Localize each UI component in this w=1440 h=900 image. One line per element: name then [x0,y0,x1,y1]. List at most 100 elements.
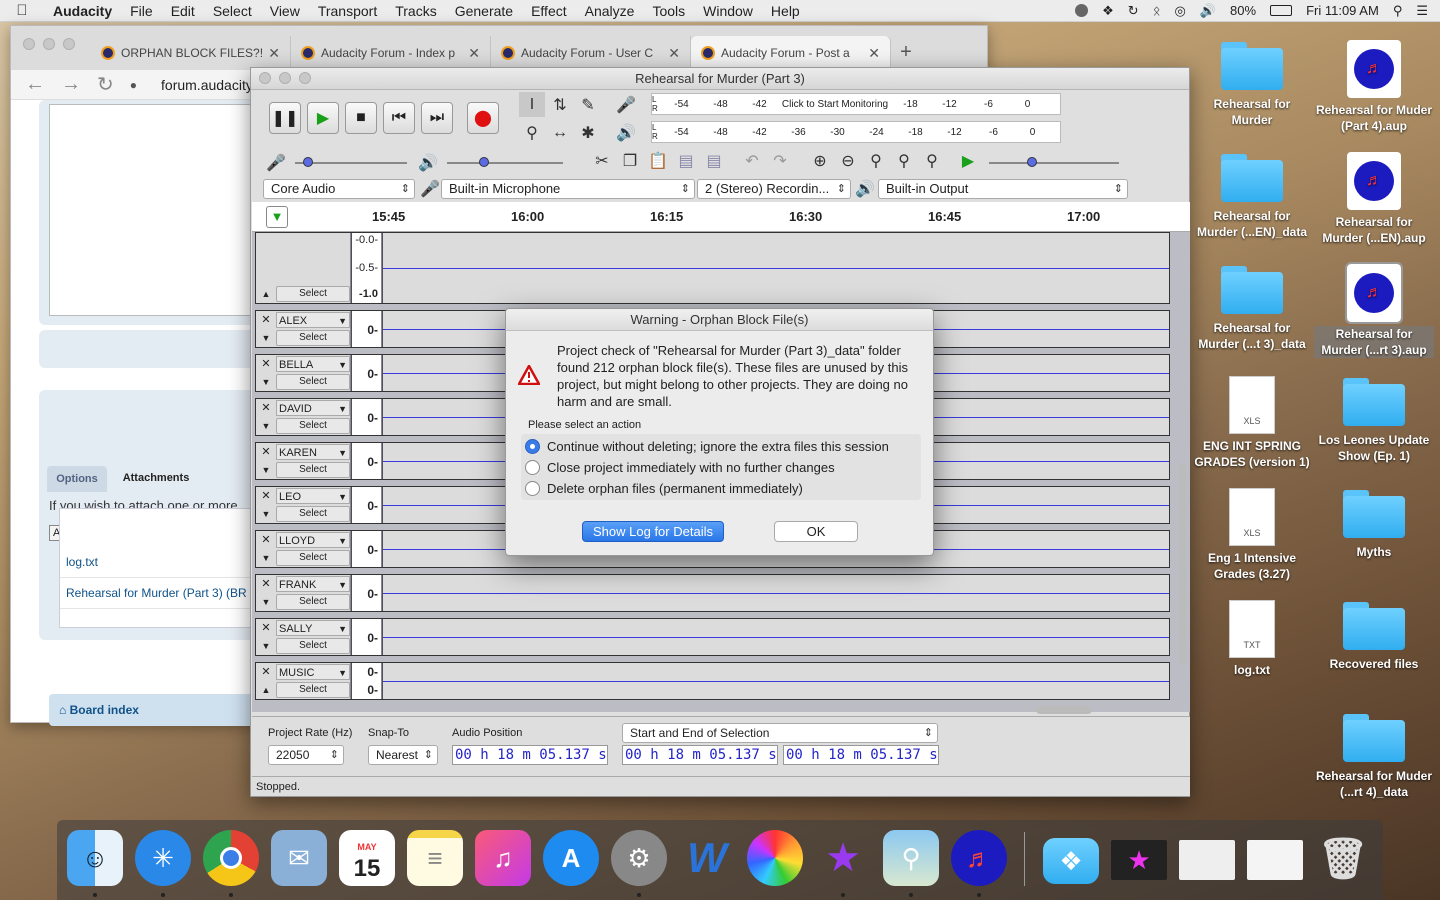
record-meter[interactable]: L R -54 -48 -42 Click to Start Monitoring -18 -… [651,93,1061,115]
tab-close-icon[interactable]: ✕ [868,45,880,62]
radio-continue[interactable] [525,439,540,454]
expand-icon[interactable]: ▼ [257,374,275,390]
url-field[interactable]: forum.audacity [161,77,253,93]
undo-button[interactable]: ↶ [739,148,765,173]
collapse-icon[interactable]: ▲ [257,286,275,302]
radio-delete[interactable] [525,481,540,496]
settings-icon[interactable]: ⚙ [611,830,667,886]
playback-device-select[interactable]: Built-in Output [878,179,1128,199]
tab-close-icon[interactable]: ✕ [268,45,280,62]
play-button[interactable]: ▶ [307,102,339,134]
timeshift-tool[interactable]: ↔ [547,120,573,145]
menu-tracks[interactable]: Tracks [386,3,445,19]
aud-minimize-button[interactable] [279,72,291,84]
menu-analyze[interactable]: Analyze [576,3,644,19]
menu-file[interactable]: File [121,3,162,19]
browser-tab-2[interactable]: Audacity Forum - Index p ✕ [291,36,491,70]
track-name-menu[interactable]: DAVID [276,400,350,417]
preview-icon[interactable]: ⚲ [883,830,939,886]
envelope-tool[interactable]: ⇅ [547,92,573,117]
desktop-item[interactable]: Rehearsal for Murder [1192,40,1312,128]
track-close-icon[interactable]: ✕ [257,664,275,680]
track-name-menu[interactable]: LLOYD [276,532,350,549]
multi-tool[interactable]: ✱ [575,120,601,145]
spotlight-icon[interactable]: ⚲ [1393,3,1403,19]
tab-close-icon[interactable]: ✕ [668,45,680,62]
fit-selection-button[interactable]: ⚲ [863,148,889,173]
playback-volume-slider[interactable] [447,162,563,164]
menu-generate[interactable]: Generate [446,3,522,19]
record-volume-knob[interactable] [303,157,313,167]
desktop-item[interactable]: ♬ Rehearsal for Muder (Part 4).aup [1314,40,1434,134]
track-waveform[interactable] [383,233,1169,303]
menu-help[interactable]: Help [762,3,809,19]
message-textarea[interactable] [49,104,264,316]
track-select-button[interactable]: Select [276,462,350,478]
option-close[interactable]: Close project immediately with no furthe… [525,460,835,475]
desktop-item[interactable]: Rehearsal for Muder (...rt 4)_data [1314,712,1434,800]
expand-icon[interactable]: ▼ [257,506,275,522]
imovie-icon[interactable]: ★ [815,830,871,886]
menu-transport[interactable]: Transport [309,3,386,19]
audio-host-select[interactable]: Core Audio [263,179,415,199]
playback-volume-knob[interactable] [479,157,489,167]
menu-effect[interactable]: Effect [522,3,576,19]
expand-icon[interactable]: ▼ [257,462,275,478]
play-at-speed-button[interactable]: ▶ [955,148,981,173]
track-waveform[interactable] [383,663,1169,699]
copy-button[interactable]: ❐ [617,148,643,173]
track-name-menu[interactable]: FRANK [276,576,350,593]
option-continue[interactable]: Continue without deleting; ignore the ex… [525,439,889,454]
screenshot-2-icon[interactable] [1179,840,1235,880]
track-name-menu[interactable]: SALLY [276,620,350,637]
stop-button[interactable]: ■ [345,102,377,134]
menu-app[interactable]: Audacity [44,3,121,19]
show-log-button[interactable]: Show Log for Details [582,521,724,542]
cut-button[interactable]: ✂ [589,148,615,173]
record-meter-icon[interactable]: 🎤 [613,92,639,117]
timeline-ruler[interactable]: ▼ 15:45 16:00 16:15 16:30 16:45 17:00 [252,202,1190,232]
browser-tab-3[interactable]: Audacity Forum - User C ✕ [491,36,691,70]
trim-button[interactable]: ▤ [673,148,699,173]
selection-mode-select[interactable]: Start and End of Selection [622,723,938,743]
desktop-item[interactable]: Rehearsal for Murder (...EN)_data [1192,152,1312,240]
track-select-button[interactable]: Select [276,330,350,346]
status-dot-icon[interactable] [1075,4,1089,17]
track-select-button[interactable]: Select [276,286,350,302]
track-select-button[interactable]: Select [276,638,350,654]
music-icon[interactable]: ♫ [475,830,531,886]
track-select-button[interactable]: Select [276,374,350,390]
skip-end-button[interactable]: ⏭ [421,102,453,134]
mail-icon[interactable]: ✉ [271,830,327,886]
zoom-out-button[interactable]: ⊖ [835,148,861,173]
downloads-folder-icon[interactable]: ❖ [1043,838,1099,884]
trash-icon[interactable]: 🗑 [1315,830,1371,886]
fit-project-button[interactable]: ⚲ [891,148,917,173]
skip-start-button[interactable]: ⏮ [383,102,415,134]
battery-percent[interactable]: 80% [1230,3,1256,18]
volume-icon[interactable]: 🔊 [1200,3,1216,19]
aud-zoom-button[interactable] [299,72,311,84]
selection-end-field[interactable]: 00 h 18 m 05.137 s [783,745,939,765]
menu-tools[interactable]: Tools [643,3,694,19]
track-name-menu[interactable]: KAREN [276,444,350,461]
safari-icon[interactable]: ✳ [135,830,191,886]
track-close-icon[interactable]: ✕ [257,312,275,328]
track-name-menu[interactable]: MUSIC [276,664,350,681]
track-select-button[interactable]: Select [276,594,350,610]
track-close-icon[interactable]: ✕ [257,576,275,592]
menu-select[interactable]: Select [204,3,261,19]
track-name-menu[interactable]: ALEX [276,312,350,329]
wifi-icon[interactable]: ◎ [1175,3,1186,19]
desktop-item[interactable]: TXT log.txt [1192,600,1312,678]
draw-tool[interactable]: ✎ [575,92,601,117]
track-name-menu[interactable]: BELLA [276,356,350,373]
play-meter-icon[interactable]: 🔊 [613,120,639,145]
track-frank[interactable]: ✕FRANK▼Select0- [255,574,1170,612]
menu-edit[interactable]: Edit [162,3,204,19]
track-select-button[interactable]: Select [276,418,350,434]
track-name-menu[interactable]: LEO [276,488,350,505]
track-waveform[interactable] [383,619,1169,655]
audacity-icon[interactable]: ♬ [951,830,1007,886]
aud-close-button[interactable] [259,72,271,84]
